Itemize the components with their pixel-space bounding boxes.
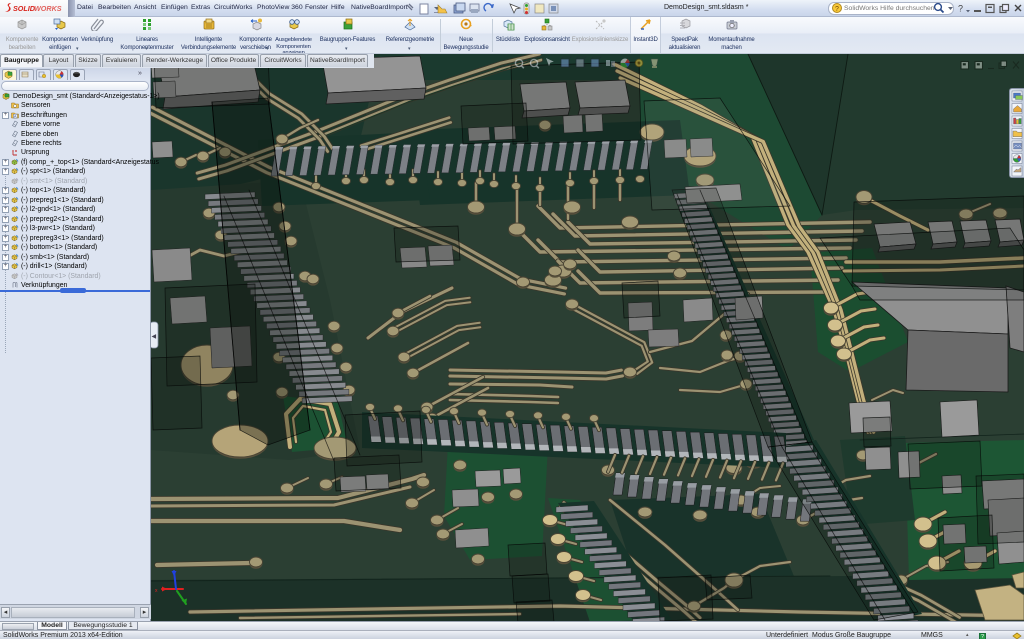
svg-text:SOLID: SOLID: [13, 4, 35, 13]
svg-text:WORKS: WORKS: [34, 4, 62, 13]
svg-text:?: ?: [958, 4, 963, 14]
svg-text:◀: ◀: [152, 334, 157, 340]
svg-text:?: ?: [835, 6, 839, 13]
